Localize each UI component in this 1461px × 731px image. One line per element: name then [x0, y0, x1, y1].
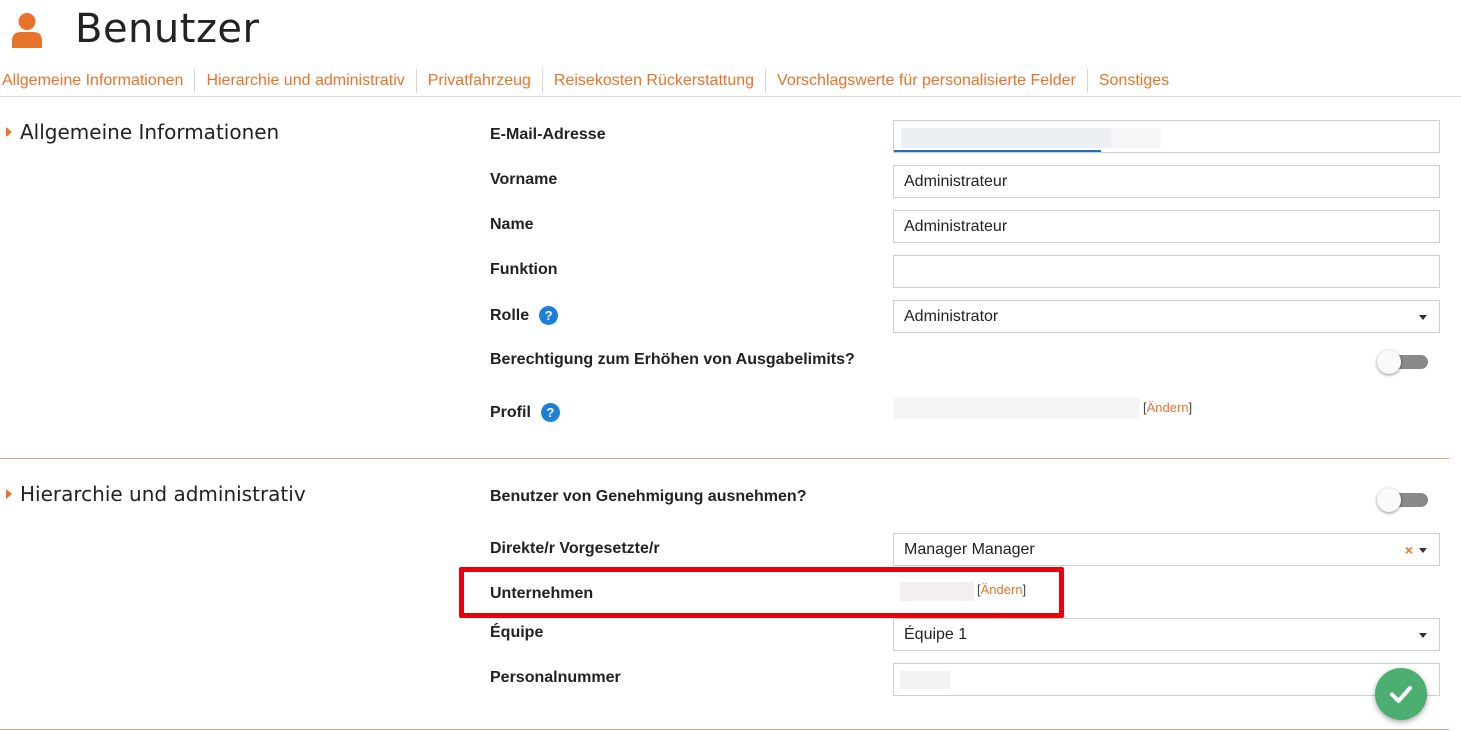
profile-label: Profil ? [490, 403, 560, 422]
clear-icon[interactable]: × [1405, 542, 1413, 558]
redacted-personnel-number [900, 671, 950, 689]
name-value: Administrateur [904, 217, 1008, 235]
caret-right-icon [6, 127, 12, 137]
name-label: Name [490, 216, 534, 234]
check-icon [1390, 686, 1412, 703]
raise-limits-label: Berechtigung zum Erhöhen von Ausgabelimi… [490, 351, 855, 369]
profile-change-link[interactable]: [Ändern] [1143, 400, 1192, 415]
help-icon[interactable]: ? [539, 306, 559, 325]
role-label-text: Rolle [490, 306, 530, 324]
change-label: Ändern [1146, 400, 1189, 415]
team-value: Équipe 1 [904, 625, 968, 643]
chevron-down-icon [1419, 633, 1427, 638]
role-value: Administrator [904, 307, 999, 325]
raise-limits-toggle[interactable] [1377, 350, 1429, 374]
manager-select[interactable]: Manager Manager × [893, 533, 1440, 566]
chevron-down-icon [1419, 548, 1427, 553]
function-label-text: Funktion [490, 261, 558, 278]
tab-travel-refund[interactable]: Reisekosten Rückerstattung [543, 69, 767, 93]
exempt-label-text: Benutzer von Genehmigung ausnehmen? [490, 488, 807, 505]
role-label: Rolle ? [490, 306, 559, 325]
tab-hierarchy[interactable]: Hierarchie und administrativ [195, 69, 417, 93]
tab-private-vehicle[interactable]: Privatfahrzeug [417, 69, 543, 93]
function-label: Funktion [490, 261, 558, 279]
highlight-box [459, 567, 1064, 618]
manager-label: Direkte/r Vorgesetzte/r [490, 540, 660, 558]
function-field[interactable] [893, 255, 1440, 288]
exempt-label: Benutzer von Genehmigung ausnehmen? [490, 488, 806, 506]
section-hierarchy-title: Hierarchie und administrativ [6, 482, 306, 506]
name-label-text: Name [490, 216, 534, 233]
firstname-value: Administrateur [904, 172, 1008, 190]
team-select[interactable]: Équipe 1 [893, 618, 1440, 651]
page-title: Benutzer [75, 6, 260, 52]
toggle-knob [1377, 350, 1401, 374]
redacted-email [901, 128, 1111, 148]
personnel-number-field[interactable] [893, 663, 1440, 696]
team-label: Équipe [490, 624, 543, 642]
profile-label-text: Profil [490, 403, 531, 421]
email-label: E-Mail-Adresse [490, 126, 606, 144]
toggle-knob [1377, 488, 1401, 512]
section-general-label: Allgemeine Informationen [20, 120, 280, 144]
firstname-field[interactable]: Administrateur [893, 165, 1440, 198]
raise-limits-label-text: Berechtigung zum Erhöhen von Ausgabelimi… [490, 351, 855, 368]
email-label-text: E-Mail-Adresse [490, 126, 606, 143]
section-general-title: Allgemeine Informationen [6, 120, 279, 144]
section-divider-bottom [0, 729, 1449, 730]
name-field[interactable]: Administrateur [893, 210, 1440, 243]
firstname-label: Vorname [490, 171, 557, 189]
firstname-label-text: Vorname [490, 171, 558, 188]
user-icon [12, 13, 42, 48]
tab-general[interactable]: Allgemeine Informationen [0, 69, 196, 93]
section-hierarchy-label: Hierarchie und administrativ [20, 482, 306, 506]
email-underline [894, 150, 1101, 152]
team-label-text: Équipe [490, 624, 544, 641]
bracket-close: ] [1188, 400, 1193, 415]
section-divider [0, 458, 1449, 459]
save-button[interactable] [1375, 668, 1427, 720]
tabs-divider [0, 96, 1461, 97]
role-select[interactable]: Administrator [893, 300, 1440, 333]
redacted-profile [894, 398, 1139, 419]
tab-custom-field-defaults[interactable]: Vorschlagswerte für personalisierte Feld… [766, 69, 1088, 93]
caret-right-icon [6, 489, 12, 499]
personnel-number-label: Personalnummer [490, 669, 621, 687]
personnel-number-label-text: Personalnummer [490, 669, 621, 686]
section-tabs: Allgemeine Informationen Hierarchie und … [0, 66, 1180, 96]
tab-misc[interactable]: Sonstiges [1088, 69, 1180, 93]
exempt-toggle[interactable] [1377, 488, 1429, 512]
help-icon[interactable]: ? [540, 403, 560, 422]
page-header: Benutzer [0, 0, 1461, 62]
manager-label-text: Direkte/r Vorgesetzte/r [490, 540, 660, 557]
chevron-down-icon [1419, 315, 1427, 320]
manager-value: Manager Manager [904, 540, 1035, 558]
redacted-email-tail [1111, 128, 1161, 148]
